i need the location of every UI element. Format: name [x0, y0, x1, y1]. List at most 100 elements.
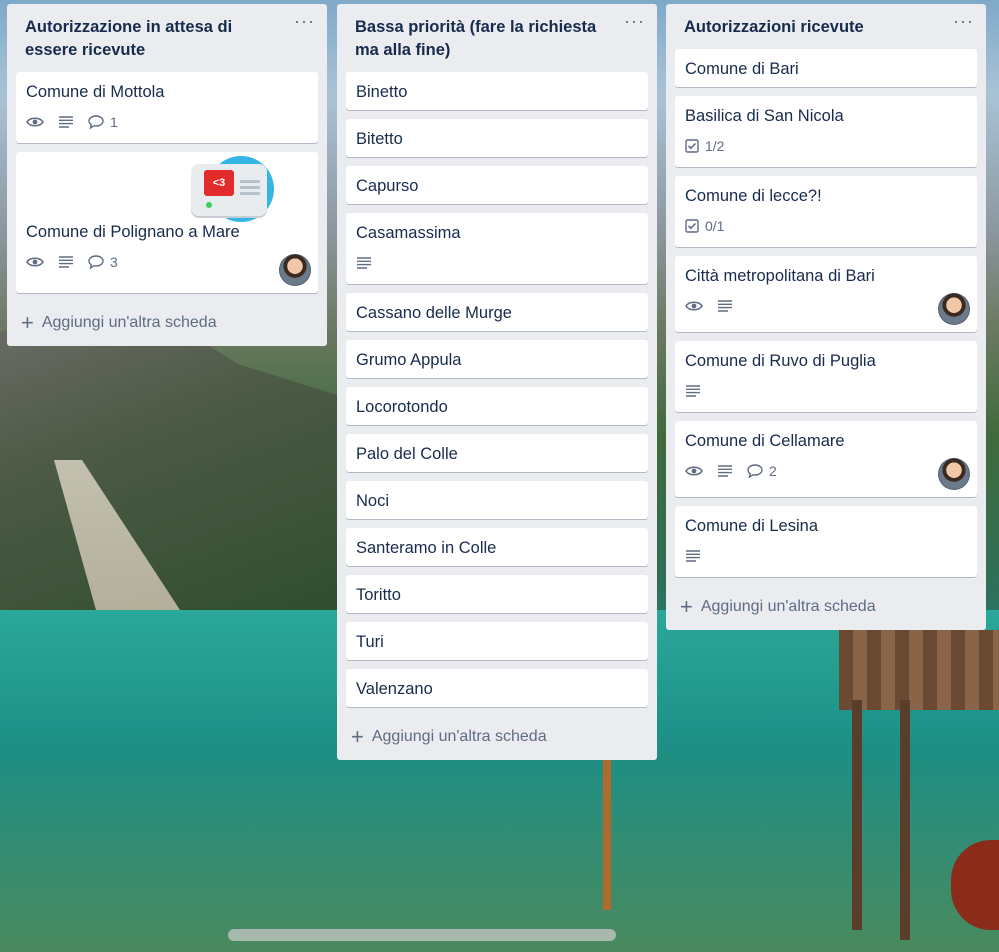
add-card-label: Aggiungi un'altra scheda	[41, 314, 217, 331]
list-awaiting: Autorizzazione in attesa di essere ricev…	[7, 4, 327, 346]
checklist-count: 0/1	[705, 218, 725, 234]
list-header[interactable]: Bassa priorità (fare la richiesta ma all…	[337, 4, 657, 72]
card[interactable]: Comune di Lesina	[675, 506, 977, 577]
card-title: Palo del Colle	[356, 445, 458, 463]
watch-icon	[685, 465, 703, 477]
card-cover-sticker: <3	[26, 152, 308, 222]
card[interactable]: Basilica di San Nicola 1/2	[675, 96, 977, 167]
card-title: Comune di Polignano a Mare	[26, 223, 240, 241]
list-menu-icon[interactable]: ···	[624, 12, 645, 30]
list-title[interactable]: Bassa priorità (fare la richiesta ma all…	[355, 16, 617, 62]
card[interactable]: Turi	[346, 622, 648, 660]
card-title: Comune di Bari	[685, 60, 799, 78]
description-icon	[717, 300, 733, 312]
card[interactable]: Binetto	[346, 72, 648, 110]
watch-icon	[685, 300, 703, 312]
card-title: Città metropolitana di Bari	[685, 267, 875, 285]
card-title: Comune di Lesina	[685, 517, 818, 535]
description-icon	[58, 116, 74, 128]
card-title: Comune di Cellamare	[685, 432, 845, 450]
card[interactable]: Noci	[346, 481, 648, 519]
comment-count: 3	[110, 254, 118, 270]
checklist-badge: 1/2	[685, 138, 724, 154]
card[interactable]: Comune di Mottola 1	[16, 72, 318, 143]
sticker-lines	[240, 180, 260, 183]
list-title[interactable]: Autorizzazioni ricevute	[684, 16, 946, 39]
checklist-icon	[685, 139, 699, 153]
card[interactable]: Toritto	[346, 575, 648, 613]
add-card-label: Aggiungi un'altra scheda	[371, 728, 547, 745]
add-card-label: Aggiungi un'altra scheda	[700, 598, 876, 615]
add-card-button[interactable]: + Aggiungi un'altra scheda	[666, 586, 986, 628]
list-header[interactable]: Autorizzazioni ricevute ···	[666, 4, 986, 49]
card-title: Turi	[356, 633, 384, 651]
board: Autorizzazione in attesa di essere ricev…	[0, 0, 999, 952]
list-received: Autorizzazioni ricevute ··· Comune di Ba…	[666, 4, 986, 630]
add-card-button[interactable]: + Aggiungi un'altra scheda	[337, 716, 657, 758]
card[interactable]: Casamassima	[346, 213, 648, 284]
checklist-badge: 0/1	[685, 218, 724, 234]
member-avatar[interactable]	[279, 254, 311, 286]
card-title: Comune di Mottola	[26, 83, 165, 101]
description-icon	[685, 550, 701, 562]
card-title: Locorotondo	[356, 398, 448, 416]
watch-icon	[26, 116, 44, 128]
card-title: Capurso	[356, 177, 419, 195]
card[interactable]: Comune di Ruvo di Puglia	[675, 341, 977, 412]
watch-icon	[26, 256, 44, 268]
card[interactable]: Santeramo in Colle	[346, 528, 648, 566]
comments-badge: 3	[88, 254, 118, 270]
checklist-count: 1/2	[705, 138, 725, 154]
card-title: Comune di lecce?!	[685, 187, 822, 205]
add-card-button[interactable]: + Aggiungi un'altra scheda	[7, 302, 327, 344]
checklist-icon	[685, 219, 699, 233]
member-avatar[interactable]	[938, 458, 970, 490]
list-title[interactable]: Autorizzazione in attesa di essere ricev…	[25, 16, 287, 62]
card-title: Noci	[356, 492, 390, 510]
card[interactable]: Capurso	[346, 166, 648, 204]
card[interactable]: Locorotondo	[346, 387, 648, 425]
card-title: Casamassima	[356, 224, 461, 242]
card[interactable]: Città metropolitana di Bari	[675, 256, 977, 332]
card[interactable]: Grumo Appula	[346, 340, 648, 378]
card-title: Santeramo in Colle	[356, 539, 497, 557]
description-icon	[356, 257, 372, 269]
card-title: Valenzano	[356, 680, 433, 698]
card[interactable]: Comune di Cellamare 2	[675, 421, 977, 497]
comments-badge: 2	[747, 463, 777, 479]
comments-badge: 1	[88, 114, 118, 130]
card-title: Toritto	[356, 586, 401, 604]
card[interactable]: Comune di lecce?! 0/1	[675, 176, 977, 247]
sticker-screen: <3	[204, 170, 234, 196]
comment-icon	[747, 464, 763, 478]
card[interactable]: <3 Comune di Polignano a Mare 3	[16, 152, 318, 293]
comment-icon	[88, 255, 104, 269]
plus-icon: +	[21, 310, 34, 335]
card-title: Bitetto	[356, 130, 403, 148]
card[interactable]: Bitetto	[346, 119, 648, 157]
description-icon	[58, 256, 74, 268]
card[interactable]: Cassano delle Murge	[346, 293, 648, 331]
card[interactable]: Comune di Bari	[675, 49, 977, 87]
list-menu-icon[interactable]: ···	[953, 12, 974, 30]
comment-count: 2	[769, 463, 777, 479]
sticker-dot	[206, 202, 212, 208]
card-title: Cassano delle Murge	[356, 304, 512, 322]
card-title: Basilica di San Nicola	[685, 107, 844, 125]
card-title: Comune di Ruvo di Puglia	[685, 352, 876, 370]
comment-count: 1	[110, 114, 118, 130]
plus-icon: +	[680, 594, 693, 619]
card-title: Grumo Appula	[356, 351, 462, 369]
horizontal-scrollbar[interactable]	[228, 929, 616, 941]
list-menu-icon[interactable]: ···	[294, 12, 315, 30]
comment-icon	[88, 115, 104, 129]
member-avatar[interactable]	[938, 293, 970, 325]
card[interactable]: Palo del Colle	[346, 434, 648, 472]
list-header[interactable]: Autorizzazione in attesa di essere ricev…	[7, 4, 327, 72]
description-icon	[717, 465, 733, 477]
description-icon	[685, 385, 701, 397]
card[interactable]: Valenzano	[346, 669, 648, 707]
plus-icon: +	[351, 724, 364, 749]
card-title: Binetto	[356, 83, 408, 101]
list-low-priority: Bassa priorità (fare la richiesta ma all…	[337, 4, 657, 760]
